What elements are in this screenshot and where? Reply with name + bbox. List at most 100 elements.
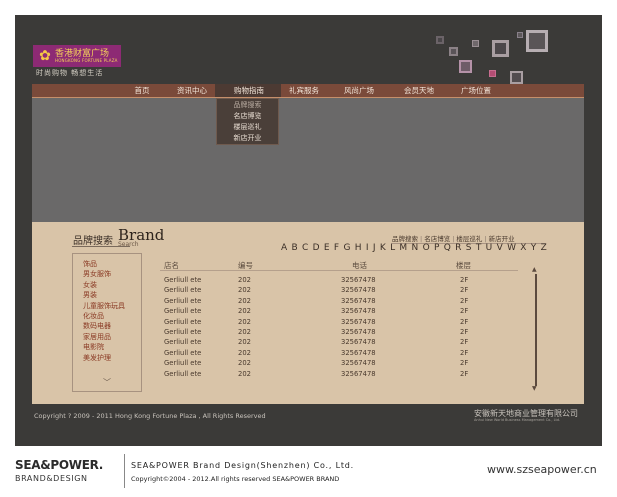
letter-filter-n[interactable]: N (412, 243, 419, 255)
letter-filter-z[interactable]: Z (541, 243, 547, 255)
table-row[interactable]: Gerliull ete 202 32567478 2F (160, 307, 518, 317)
nav-item-home[interactable]: 首页 (135, 84, 150, 97)
cell-phone: 32567478 (341, 328, 376, 336)
letter-filter-l[interactable]: L (390, 243, 395, 255)
table-row[interactable]: Gerliull ete 202 32567478 2F (160, 359, 518, 369)
cell-store: Gerliull ete (164, 328, 202, 336)
dropdown-item-brand-search[interactable]: 品牌搜索 (217, 100, 278, 111)
quick-link-brand-search[interactable]: 品牌搜索 (392, 235, 418, 243)
seapower-url[interactable]: www.szseapower.cn (487, 463, 597, 476)
nav-item-concierge[interactable]: 礼宾服务 (289, 84, 319, 97)
quick-link-store-showcase[interactable]: 名店博览 (424, 235, 450, 243)
slogan: 时尚购物 畅想生活 (36, 69, 104, 77)
cell-phone: 32567478 (341, 296, 376, 305)
flower-logo-icon: ✿ (39, 48, 51, 64)
cell-phone: 32567478 (341, 359, 376, 368)
dropdown-item-store-showcase[interactable]: 名店博览 (217, 111, 278, 122)
letter-filter-i[interactable]: I (366, 243, 369, 255)
seapower-rights: Copyright©2004 - 2012.All rights reserve… (131, 475, 340, 483)
letter-filter-u[interactable]: U (486, 243, 493, 255)
category-item[interactable]: 男女服饰 (83, 269, 111, 279)
nav-item-members[interactable]: 会员天地 (404, 84, 434, 97)
table-row[interactable]: Gerliull ete 202 32567478 2F (160, 286, 518, 296)
table-row[interactable]: Gerliull ete 202 32567478 2F (160, 370, 518, 380)
nav-item-shopping-guide[interactable]: 购物指南 (234, 84, 264, 97)
cell-phone: 32567478 (341, 286, 376, 295)
table-row[interactable]: Gerliull ete 202 32567478 2F (160, 276, 518, 286)
letter-filter-j[interactable]: J (373, 243, 376, 255)
category-item[interactable]: 美发护理 (83, 353, 111, 363)
cell-floor: 2F (460, 296, 469, 305)
hero-banner (32, 98, 584, 222)
shopping-guide-dropdown: 品牌搜索 名店博览 楼层巡礼 新店开业 (216, 98, 279, 145)
seapower-company: SEA&POWER Brand Design(Shenzhen) Co., Lt… (131, 461, 354, 470)
category-item[interactable]: 化妆品 (83, 311, 104, 321)
cell-number: 202 (238, 328, 251, 336)
letter-filter-q[interactable]: Q (444, 243, 451, 255)
letter-filter-p[interactable]: P (434, 243, 439, 255)
letter-filter-d[interactable]: D (313, 243, 320, 255)
cell-phone: 32567478 (341, 307, 376, 316)
letter-filter-t[interactable]: T (476, 243, 482, 255)
category-item[interactable]: 男装 (83, 290, 97, 300)
letter-filter-s[interactable]: S (466, 243, 472, 255)
letter-filter-r[interactable]: R (455, 243, 461, 255)
quick-links: 品牌搜索 | 名店博览 | 楼层巡礼 | 新店开业 (392, 235, 515, 243)
letter-filter-h[interactable]: H (355, 243, 362, 255)
letter-filter-k[interactable]: K (380, 243, 386, 255)
letter-filter-a[interactable]: A (281, 243, 287, 255)
cell-number: 202 (238, 286, 251, 295)
cell-phone: 32567478 (341, 317, 376, 326)
nav-item-fashion-plaza[interactable]: 风尚广场 (344, 84, 374, 97)
cell-store: Gerliull ete (164, 276, 202, 284)
letter-filter-b[interactable]: B (292, 243, 298, 255)
cell-phone: 32567478 (341, 276, 376, 284)
scroll-down-icon[interactable]: ▼ (532, 385, 537, 392)
cell-floor: 2F (460, 338, 469, 347)
cell-floor: 2F (460, 286, 469, 295)
quick-link-floor-tour[interactable]: 楼层巡礼 (456, 235, 482, 243)
table-row[interactable]: Gerliull ete 202 32567478 2F (160, 338, 518, 348)
dropdown-item-floor-tour[interactable]: 楼层巡礼 (217, 122, 278, 133)
letter-filter-o[interactable]: O (423, 243, 430, 255)
letter-filter-w[interactable]: W (507, 243, 516, 255)
letter-filter-c[interactable]: C (302, 243, 308, 255)
category-item[interactable]: 家居用品 (83, 332, 111, 342)
copyright: Copyright ? 2009 - 2011 Hong Kong Fortun… (34, 412, 266, 420)
table-row[interactable]: Gerliull ete 202 32567478 2F (160, 349, 518, 359)
watermark-divider (124, 454, 125, 488)
letter-filter-g[interactable]: G (343, 243, 350, 255)
cell-floor: 2F (460, 359, 469, 368)
letter-filter-v[interactable]: V (497, 243, 503, 255)
letter-filter-m[interactable]: M (399, 243, 407, 255)
nav-item-location[interactable]: 广场位置 (461, 84, 491, 97)
table-row[interactable]: Gerliull ete 202 32567478 2F (160, 297, 518, 307)
category-item[interactable]: 数码电器 (83, 321, 111, 331)
cell-store: Gerliull ete (164, 286, 202, 295)
letter-filter-x[interactable]: X (520, 243, 526, 255)
chevron-down-icon[interactable]: ﹀ (103, 377, 111, 388)
letter-filter-e[interactable]: E (324, 243, 330, 255)
cell-floor: 2F (460, 276, 469, 284)
letter-filter-f[interactable]: F (334, 243, 339, 255)
alphabet-filter: ABCDEFGHIJKLMNOPQRSTUVWXYZ (281, 243, 547, 255)
nav-item-news[interactable]: 资讯中心 (177, 84, 207, 97)
cell-number: 202 (238, 276, 251, 284)
quick-link-new-stores[interactable]: 新店开业 (489, 235, 515, 243)
letter-filter-y[interactable]: Y (531, 243, 537, 255)
category-item[interactable]: 电影院 (83, 342, 104, 352)
logo-subtitle: HONGKONG FORTUNE PLAZA (55, 58, 118, 63)
table-row[interactable]: Gerliull ete 202 32567478 2F (160, 328, 518, 338)
cell-store: Gerliull ete (164, 369, 202, 378)
scrollbar[interactable] (535, 274, 537, 386)
dropdown-item-new-stores[interactable]: 新店开业 (217, 133, 278, 144)
cell-number: 202 (238, 338, 251, 347)
scroll-up-icon[interactable]: ▲ (532, 266, 537, 273)
cell-phone: 32567478 (341, 338, 376, 347)
table-row[interactable]: Gerliull ete 202 32567478 2F (160, 318, 518, 328)
category-item[interactable]: 女装 (83, 280, 97, 290)
cell-floor: 2F (460, 328, 469, 336)
cell-store: Gerliull ete (164, 359, 202, 368)
category-item[interactable]: 儿童服饰玩具 (83, 301, 125, 311)
category-item[interactable]: 饰品 (83, 259, 97, 269)
